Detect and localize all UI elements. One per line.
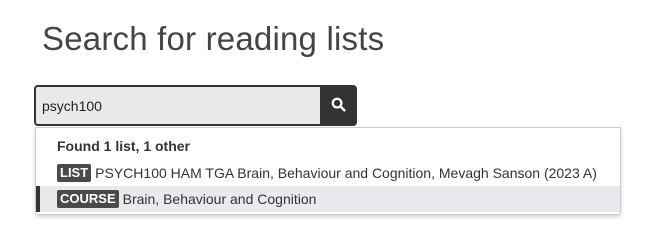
list-badge: LIST <box>57 164 92 182</box>
search-icon <box>331 97 346 115</box>
result-text: PSYCH100 HAM TGA Brain, Behaviour and Co… <box>95 165 597 181</box>
result-item-list[interactable]: LIST PSYCH100 HAM TGA Brain, Behaviour a… <box>36 160 620 186</box>
search-bar <box>34 85 357 126</box>
search-input[interactable] <box>34 85 320 126</box>
page-title: Search for reading lists <box>42 20 385 57</box>
search-results-dropdown: Found 1 list, 1 other LIST PSYCH100 HAM … <box>35 127 621 215</box>
course-badge: COURSE <box>57 190 119 208</box>
page: Search for reading lists Found 1 list, 1… <box>0 0 650 252</box>
result-text: Brain, Behaviour and Cognition <box>122 191 317 207</box>
results-summary: Found 1 list, 1 other <box>57 138 191 154</box>
search-button[interactable] <box>320 85 357 126</box>
result-item-course[interactable]: COURSE Brain, Behaviour and Cognition <box>36 186 620 212</box>
